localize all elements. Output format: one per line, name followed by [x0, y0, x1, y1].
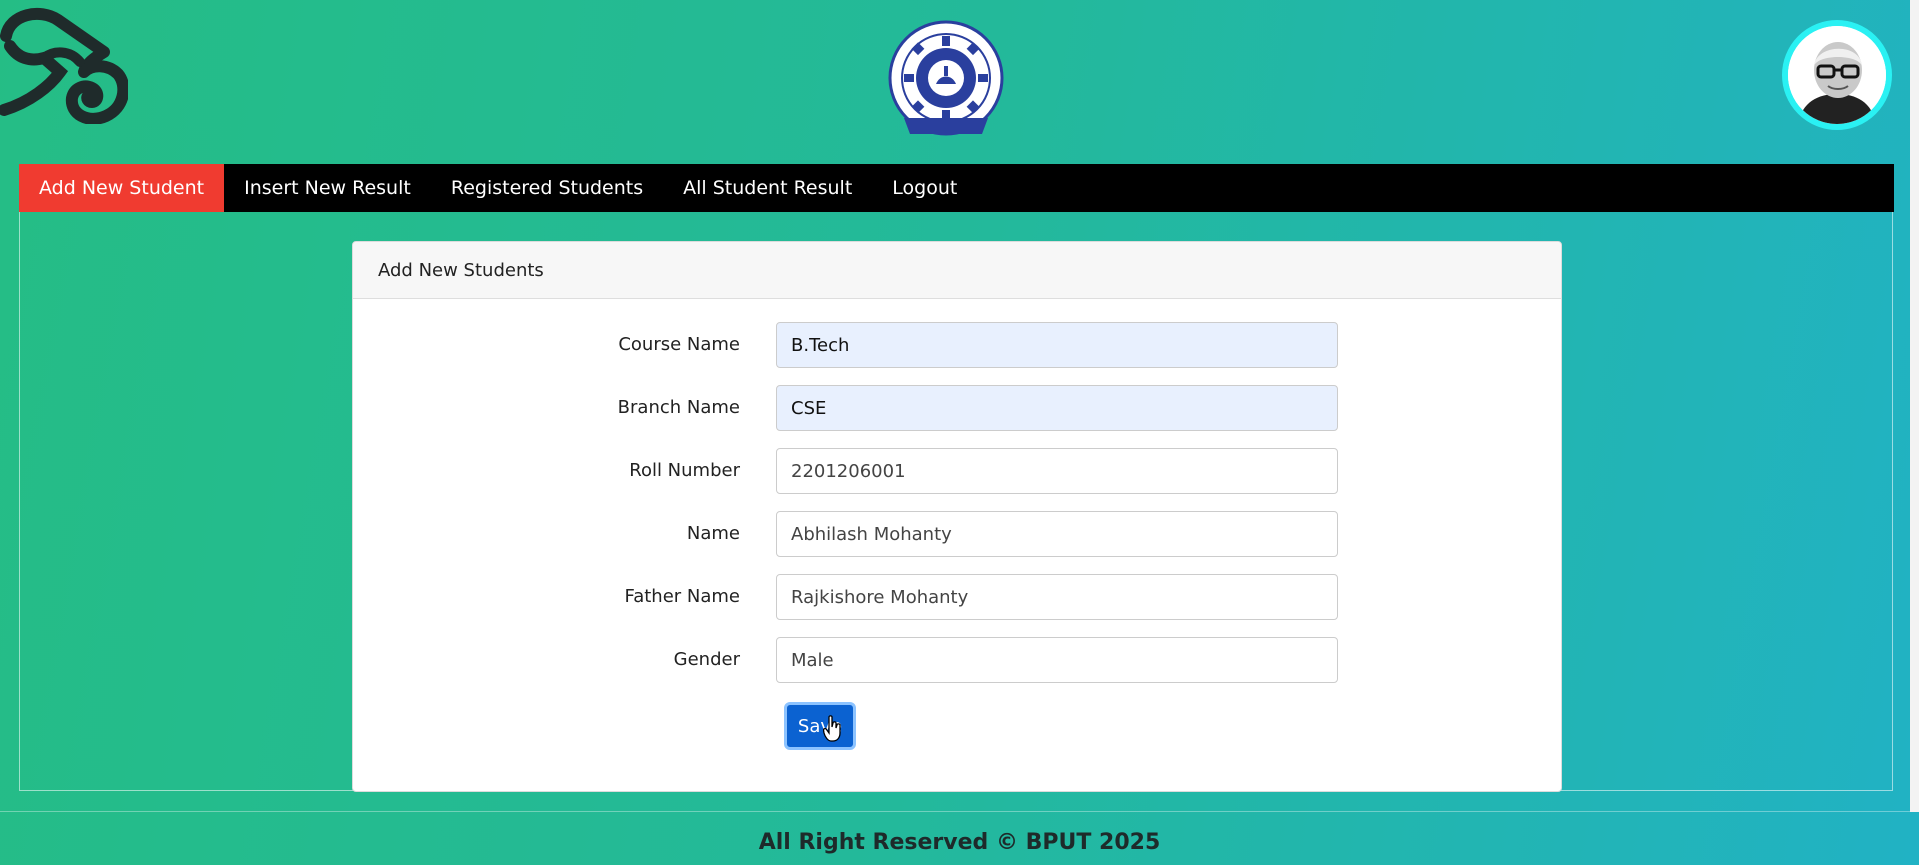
roll-number-label: Roll Number: [629, 460, 740, 481]
nav-item-insert-new-result[interactable]: Insert New Result: [224, 164, 431, 212]
nav-item-registered-students[interactable]: Registered Students: [431, 164, 663, 212]
branch-name-row: Branch Name: [353, 385, 1561, 431]
roll-number-row: Roll Number: [353, 448, 1561, 494]
page-scrollbar[interactable]: [1910, 0, 1919, 812]
footer-copyright: All Right Reserved © BPUT 2025: [758, 830, 1161, 855]
gender-row: Gender: [353, 637, 1561, 683]
save-button[interactable]: Save: [784, 702, 856, 750]
main-navbar: Add New Student Insert New Result Regist…: [19, 164, 1894, 212]
name-row: Name: [353, 511, 1561, 557]
branch-name-label: Branch Name: [617, 397, 740, 418]
gender-label: Gender: [673, 649, 740, 670]
name-label: Name: [686, 523, 740, 544]
father-name-input[interactable]: [776, 574, 1338, 620]
odia-script-logo-icon: [0, 7, 128, 124]
roll-number-input[interactable]: [776, 448, 1338, 494]
card-title: Add New Students: [353, 242, 1561, 299]
user-portrait-icon: [1788, 26, 1886, 124]
footer-divider: [0, 811, 1919, 812]
father-name-row: Father Name: [353, 574, 1561, 620]
course-name-label: Course Name: [618, 334, 740, 355]
course-name-input[interactable]: [776, 322, 1338, 368]
name-input[interactable]: [776, 511, 1338, 557]
nav-item-logout[interactable]: Logout: [872, 164, 977, 212]
gender-input[interactable]: [776, 637, 1338, 683]
course-name-row: Course Name: [353, 322, 1561, 368]
page-header: [0, 0, 1919, 163]
father-name-label: Father Name: [624, 586, 741, 607]
user-avatar[interactable]: [1782, 20, 1892, 130]
nav-item-all-student-result[interactable]: All Student Result: [663, 164, 872, 212]
university-seal-icon: [888, 20, 1004, 136]
nav-item-add-new-student[interactable]: Add New Student: [19, 164, 225, 212]
branch-name-input[interactable]: [776, 385, 1338, 431]
add-student-card: Add New Students Course Name Branch Name…: [352, 241, 1562, 792]
